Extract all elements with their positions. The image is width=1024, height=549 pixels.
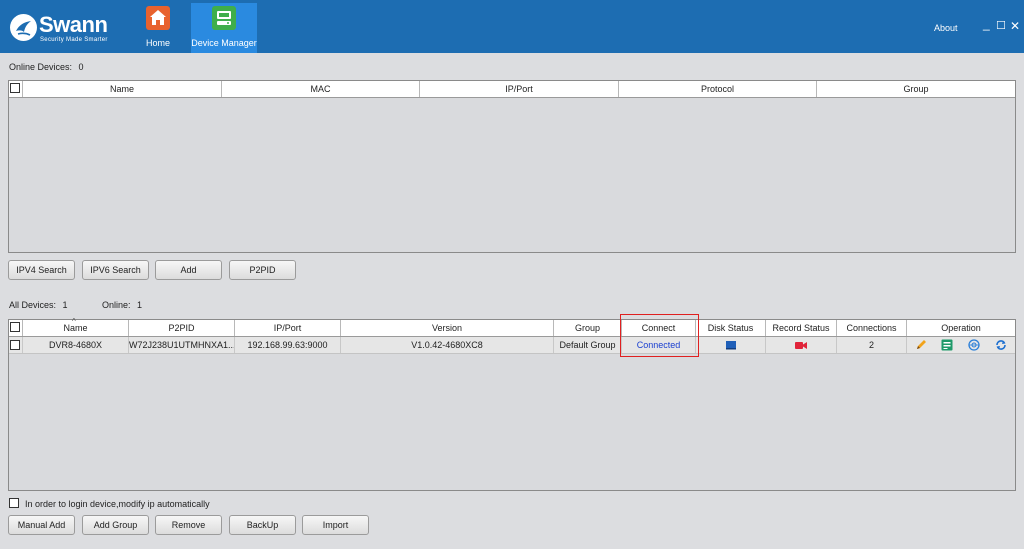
logo-tagline: Security Made Smarter (40, 37, 108, 43)
p2pid-button[interactable]: P2PID (229, 260, 296, 280)
device-p2pid-cell: W72J238U1UTMHNXA1... (129, 337, 235, 353)
all-select-all-checkbox[interactable] (10, 322, 20, 332)
row-checkbox-cell (9, 337, 23, 353)
disk-status-cell (696, 337, 766, 353)
sort-up-icon: ^ (72, 317, 76, 326)
row-checkbox[interactable] (10, 340, 20, 350)
config-icon[interactable] (941, 339, 953, 351)
record-status-cell (766, 337, 837, 353)
col-protocol[interactable]: Protocol (619, 81, 817, 97)
add-button[interactable]: Add (155, 260, 222, 280)
title-bar: Swann Security Made Smarter Home Device … (0, 0, 1024, 53)
remove-button[interactable]: Remove (155, 515, 222, 535)
device-manager-icon (212, 6, 236, 30)
col-p2pid[interactable]: P2PID (129, 320, 235, 336)
col-group[interactable]: Group (817, 81, 1015, 97)
ipv4-search-button[interactable]: IPV4 Search (8, 260, 75, 280)
connections-cell: 2 (837, 337, 907, 353)
table-row[interactable]: DVR8-4680X W72J238U1UTMHNXA1... 192.168.… (9, 337, 1015, 354)
logo-text: Swann (39, 12, 108, 37)
online-select-all-checkbox[interactable] (10, 83, 20, 93)
manual-add-button[interactable]: Manual Add (8, 515, 75, 535)
device-ip-cell: 192.168.99.63:9000 (235, 337, 341, 353)
connect-highlight-box (620, 314, 699, 357)
edit-icon[interactable] (915, 339, 927, 351)
nav-home[interactable]: Home (141, 3, 175, 53)
col-record-status[interactable]: Record Status (766, 320, 837, 336)
maximize-icon[interactable]: ☐ (996, 20, 1006, 32)
online-devices-table: Name MAC IP/Port Protocol Group (8, 80, 1016, 253)
device-group-cell: Default Group (554, 337, 622, 353)
backup-button[interactable]: BackUp (229, 515, 296, 535)
online-select-all-cell (9, 81, 23, 97)
all-devices-label: All Devices: 1 (9, 300, 68, 310)
device-version-cell: V1.0.42-4680XC8 (341, 337, 554, 353)
disk-icon (726, 341, 736, 350)
all-table-header: ^ Name P2PID IP/Port Version Group Conne… (9, 317, 1015, 337)
auto-modify-ip-checkbox[interactable] (9, 498, 19, 508)
swann-logo: Swann Security Made Smarter (10, 10, 120, 46)
col-ip-port[interactable]: IP/Port (420, 81, 619, 97)
nav-device-manager-label: Device Manager (191, 38, 257, 48)
col-device-ip-port[interactable]: IP/Port (235, 320, 341, 336)
online-table-header: Name MAC IP/Port Protocol Group (9, 81, 1015, 98)
online-count-label: Online: 1 (102, 300, 142, 310)
add-group-button[interactable]: Add Group (82, 515, 149, 535)
online-devices-count: 0 (78, 62, 84, 72)
col-version[interactable]: Version (341, 320, 554, 336)
record-camera-icon (795, 342, 807, 349)
col-disk-status[interactable]: Disk Status (696, 320, 766, 336)
all-devices-table: ^ Name P2PID IP/Port Version Group Conne… (8, 317, 1016, 491)
ipv6-search-button[interactable]: IPV6 Search (82, 260, 149, 280)
close-icon[interactable]: ✕ (1010, 20, 1020, 32)
col-connections[interactable]: Connections (837, 320, 907, 336)
web-icon[interactable] (968, 339, 980, 351)
nav-device-manager[interactable]: Device Manager (191, 3, 257, 53)
refresh-icon[interactable] (995, 339, 1007, 351)
col-mac[interactable]: MAC (222, 81, 420, 97)
online-text: Online: (102, 300, 131, 310)
minimize-icon[interactable]: _ (983, 18, 990, 30)
online-devices-text: Online Devices: (9, 62, 73, 72)
all-devices-count: 1 (62, 300, 68, 310)
swann-logo-icon (10, 14, 37, 41)
col-operation[interactable]: Operation (907, 320, 1015, 336)
col-device-group[interactable]: Group (554, 320, 622, 336)
import-button[interactable]: Import (302, 515, 369, 535)
nav-home-label: Home (145, 38, 170, 48)
home-icon (146, 6, 170, 30)
auto-modify-ip-label: In order to login device,modify ip autom… (25, 499, 210, 509)
operation-cell (907, 337, 1015, 353)
online-devices-label: Online Devices: 0 (9, 62, 84, 72)
col-device-name[interactable]: ^ Name (23, 317, 129, 336)
all-select-all-cell (9, 320, 23, 336)
all-devices-text: All Devices: (9, 300, 57, 310)
online-count: 1 (137, 300, 143, 310)
device-name-cell: DVR8-4680X (23, 337, 129, 353)
about-link[interactable]: About (934, 23, 958, 33)
col-name[interactable]: Name (23, 81, 222, 97)
